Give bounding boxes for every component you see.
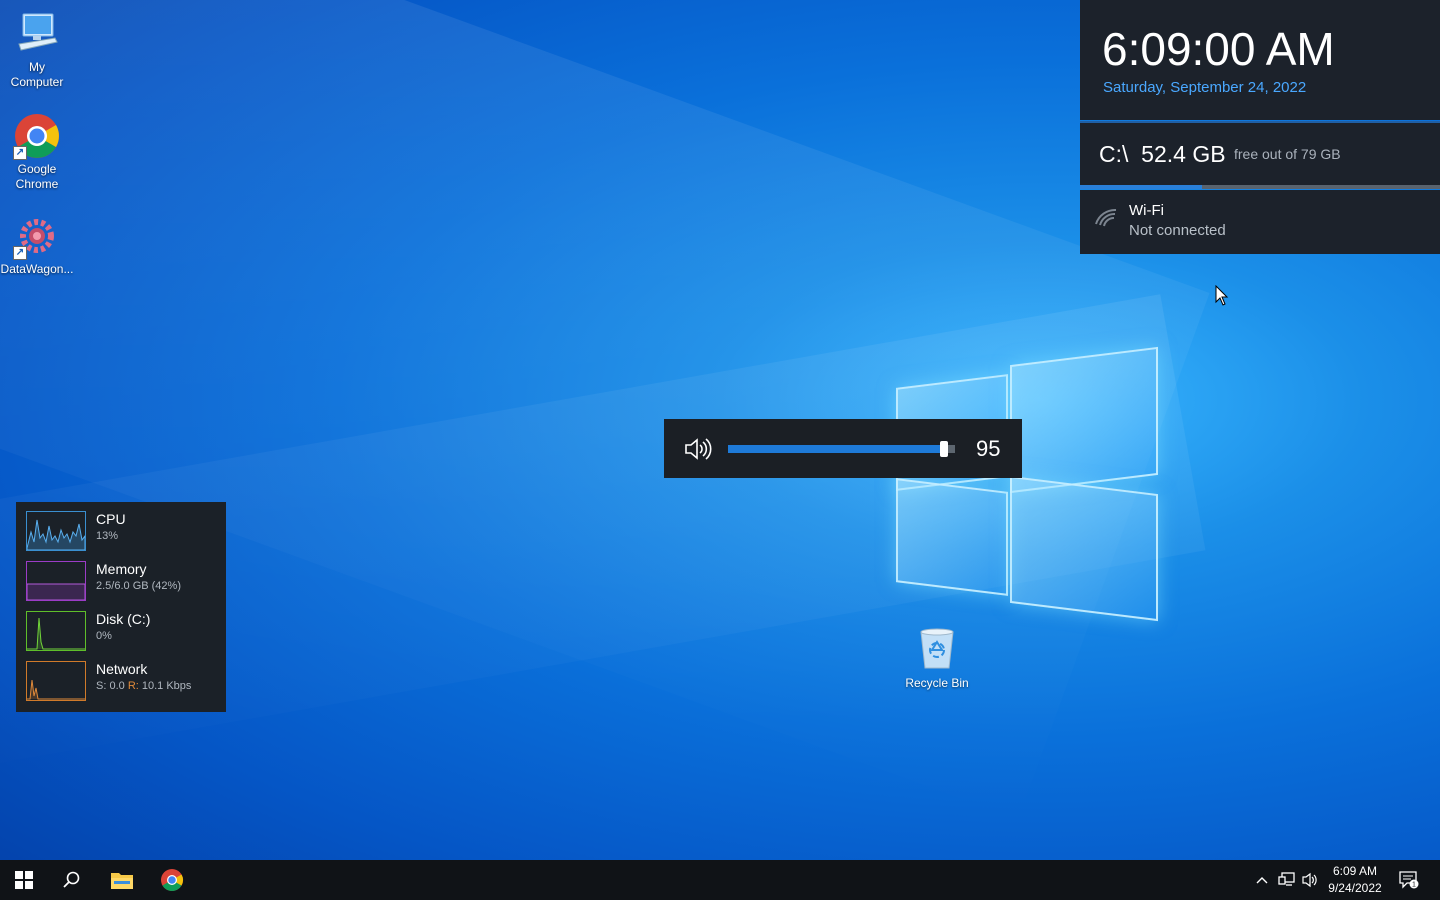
clock-time: 6:09:00 AM [1102, 23, 1335, 75]
perf-sub: 2.5/6.0 GB (42%) [96, 580, 181, 592]
volume-osd: 95 [664, 419, 1022, 478]
computer-icon [13, 10, 61, 58]
mouse-cursor-icon [1215, 284, 1229, 312]
show-hidden-icons-button[interactable] [1252, 860, 1272, 900]
disk-widget: C:\ 52.4 GB free out of 79 GB [1080, 121, 1440, 189]
perf-row-network[interactable]: Network S: 0.0 R: 10.1 Kbps [26, 661, 216, 703]
speaker-icon [1302, 872, 1317, 888]
disk-usage-bar [1080, 185, 1440, 189]
perf-row-cpu[interactable]: CPU 13% [26, 511, 216, 553]
datawagon-gear-icon: ↗ [13, 212, 61, 260]
network-recv-label: R: [127, 680, 139, 692]
desktop-icon-label: Computer [10, 75, 64, 89]
disk-free: 52.4 GB [1141, 141, 1226, 167]
volume-tray-button[interactable] [1300, 860, 1322, 900]
chrome-icon [161, 869, 183, 891]
disk-drive: C:\ [1099, 141, 1129, 167]
taskbar-date: 9/24/2022 [1328, 881, 1382, 895]
recycle-bin-icon [917, 626, 957, 670]
perf-sub: 13% [96, 530, 119, 542]
wifi-icon [1094, 204, 1118, 228]
perf-title: Network [96, 661, 148, 677]
wifi-name: Wi-Fi [1129, 202, 1164, 219]
network-tray-button[interactable] [1276, 860, 1298, 900]
speaker-icon[interactable] [684, 436, 712, 462]
desktop-icon-label: Google [17, 162, 57, 176]
start-button[interactable] [0, 860, 48, 900]
disk-subtitle: free out of 79 GB [1234, 146, 1341, 162]
desktop-icon-google-chrome[interactable]: ↗ Google Chrome [0, 112, 74, 192]
perf-row-disk[interactable]: Disk (C:) 0% [26, 611, 216, 653]
search-icon [63, 871, 80, 888]
network-recv: 10.1 Kbps [141, 680, 192, 692]
desktop-icon-label: My [29, 60, 45, 74]
shortcut-arrow-icon: ↗ [13, 246, 27, 260]
volume-value: 95 [976, 436, 1001, 461]
desktop-icon-datawagon[interactable]: ↗ DataWagon... [0, 212, 74, 277]
desktop-icon-label: Recycle Bin [905, 676, 969, 690]
perf-sub: 0% [96, 630, 112, 642]
volume-slider-thumb[interactable] [939, 441, 948, 457]
network-send: S: 0.0 [96, 680, 125, 692]
perf-row-memory[interactable]: Memory 2.5/6.0 GB (42%) [26, 561, 216, 603]
desktop-icon-label: Chrome [15, 177, 59, 191]
perf-title: Disk (C:) [96, 611, 151, 627]
folder-icon [111, 873, 133, 889]
perf-title: Memory [96, 561, 147, 577]
clock-date: Saturday, September 24, 2022 [1103, 79, 1307, 96]
network-graph [26, 661, 86, 701]
taskbar-clock[interactable]: 6:09 AM 9/24/2022 [1322, 863, 1388, 897]
file-explorer-button[interactable] [98, 860, 146, 900]
memory-graph [26, 561, 86, 601]
clock-widget: 6:09:00 AM Saturday, September 24, 2022 [1080, 0, 1440, 120]
network-icon [1278, 872, 1295, 886]
perf-title: CPU [96, 511, 126, 527]
notification-icon: 1 [1399, 871, 1419, 889]
cpu-graph [26, 511, 86, 551]
wifi-status: Not connected [1129, 222, 1226, 239]
chevron-up-icon [1256, 877, 1268, 884]
performance-widget: CPU 13% Memory 2.5/6.0 GB (42%) Disk (C:… [16, 502, 226, 712]
search-button[interactable] [48, 860, 96, 900]
action-center-button[interactable]: 1 [1394, 860, 1424, 900]
taskbar-time: 6:09 AM [1332, 864, 1378, 878]
wifi-widget[interactable]: Wi-Fi Not connected [1080, 190, 1440, 254]
notification-count: 1 [1412, 882, 1416, 889]
chrome-taskbar-button[interactable] [148, 860, 196, 900]
perf-sub: S: 0.0 R: 10.1 Kbps [96, 680, 191, 692]
disk-drive-label: C:\ 52.4 GB [1099, 141, 1226, 168]
taskbar: 6:09 AM 9/24/2022 1 [0, 860, 1440, 900]
desktop-icon-label: DataWagon... [0, 262, 74, 276]
desktop-icon-recycle-bin[interactable]: Recycle Bin [900, 626, 974, 690]
volume-slider[interactable] [728, 441, 955, 457]
windows-start-icon [15, 871, 33, 889]
shortcut-arrow-icon: ↗ [13, 146, 27, 160]
desktop-icon-my-computer[interactable]: My Computer [0, 10, 74, 90]
disk-graph [26, 611, 86, 651]
chrome-icon: ↗ [13, 112, 61, 160]
windows-wallpaper-logo [896, 346, 1158, 622]
